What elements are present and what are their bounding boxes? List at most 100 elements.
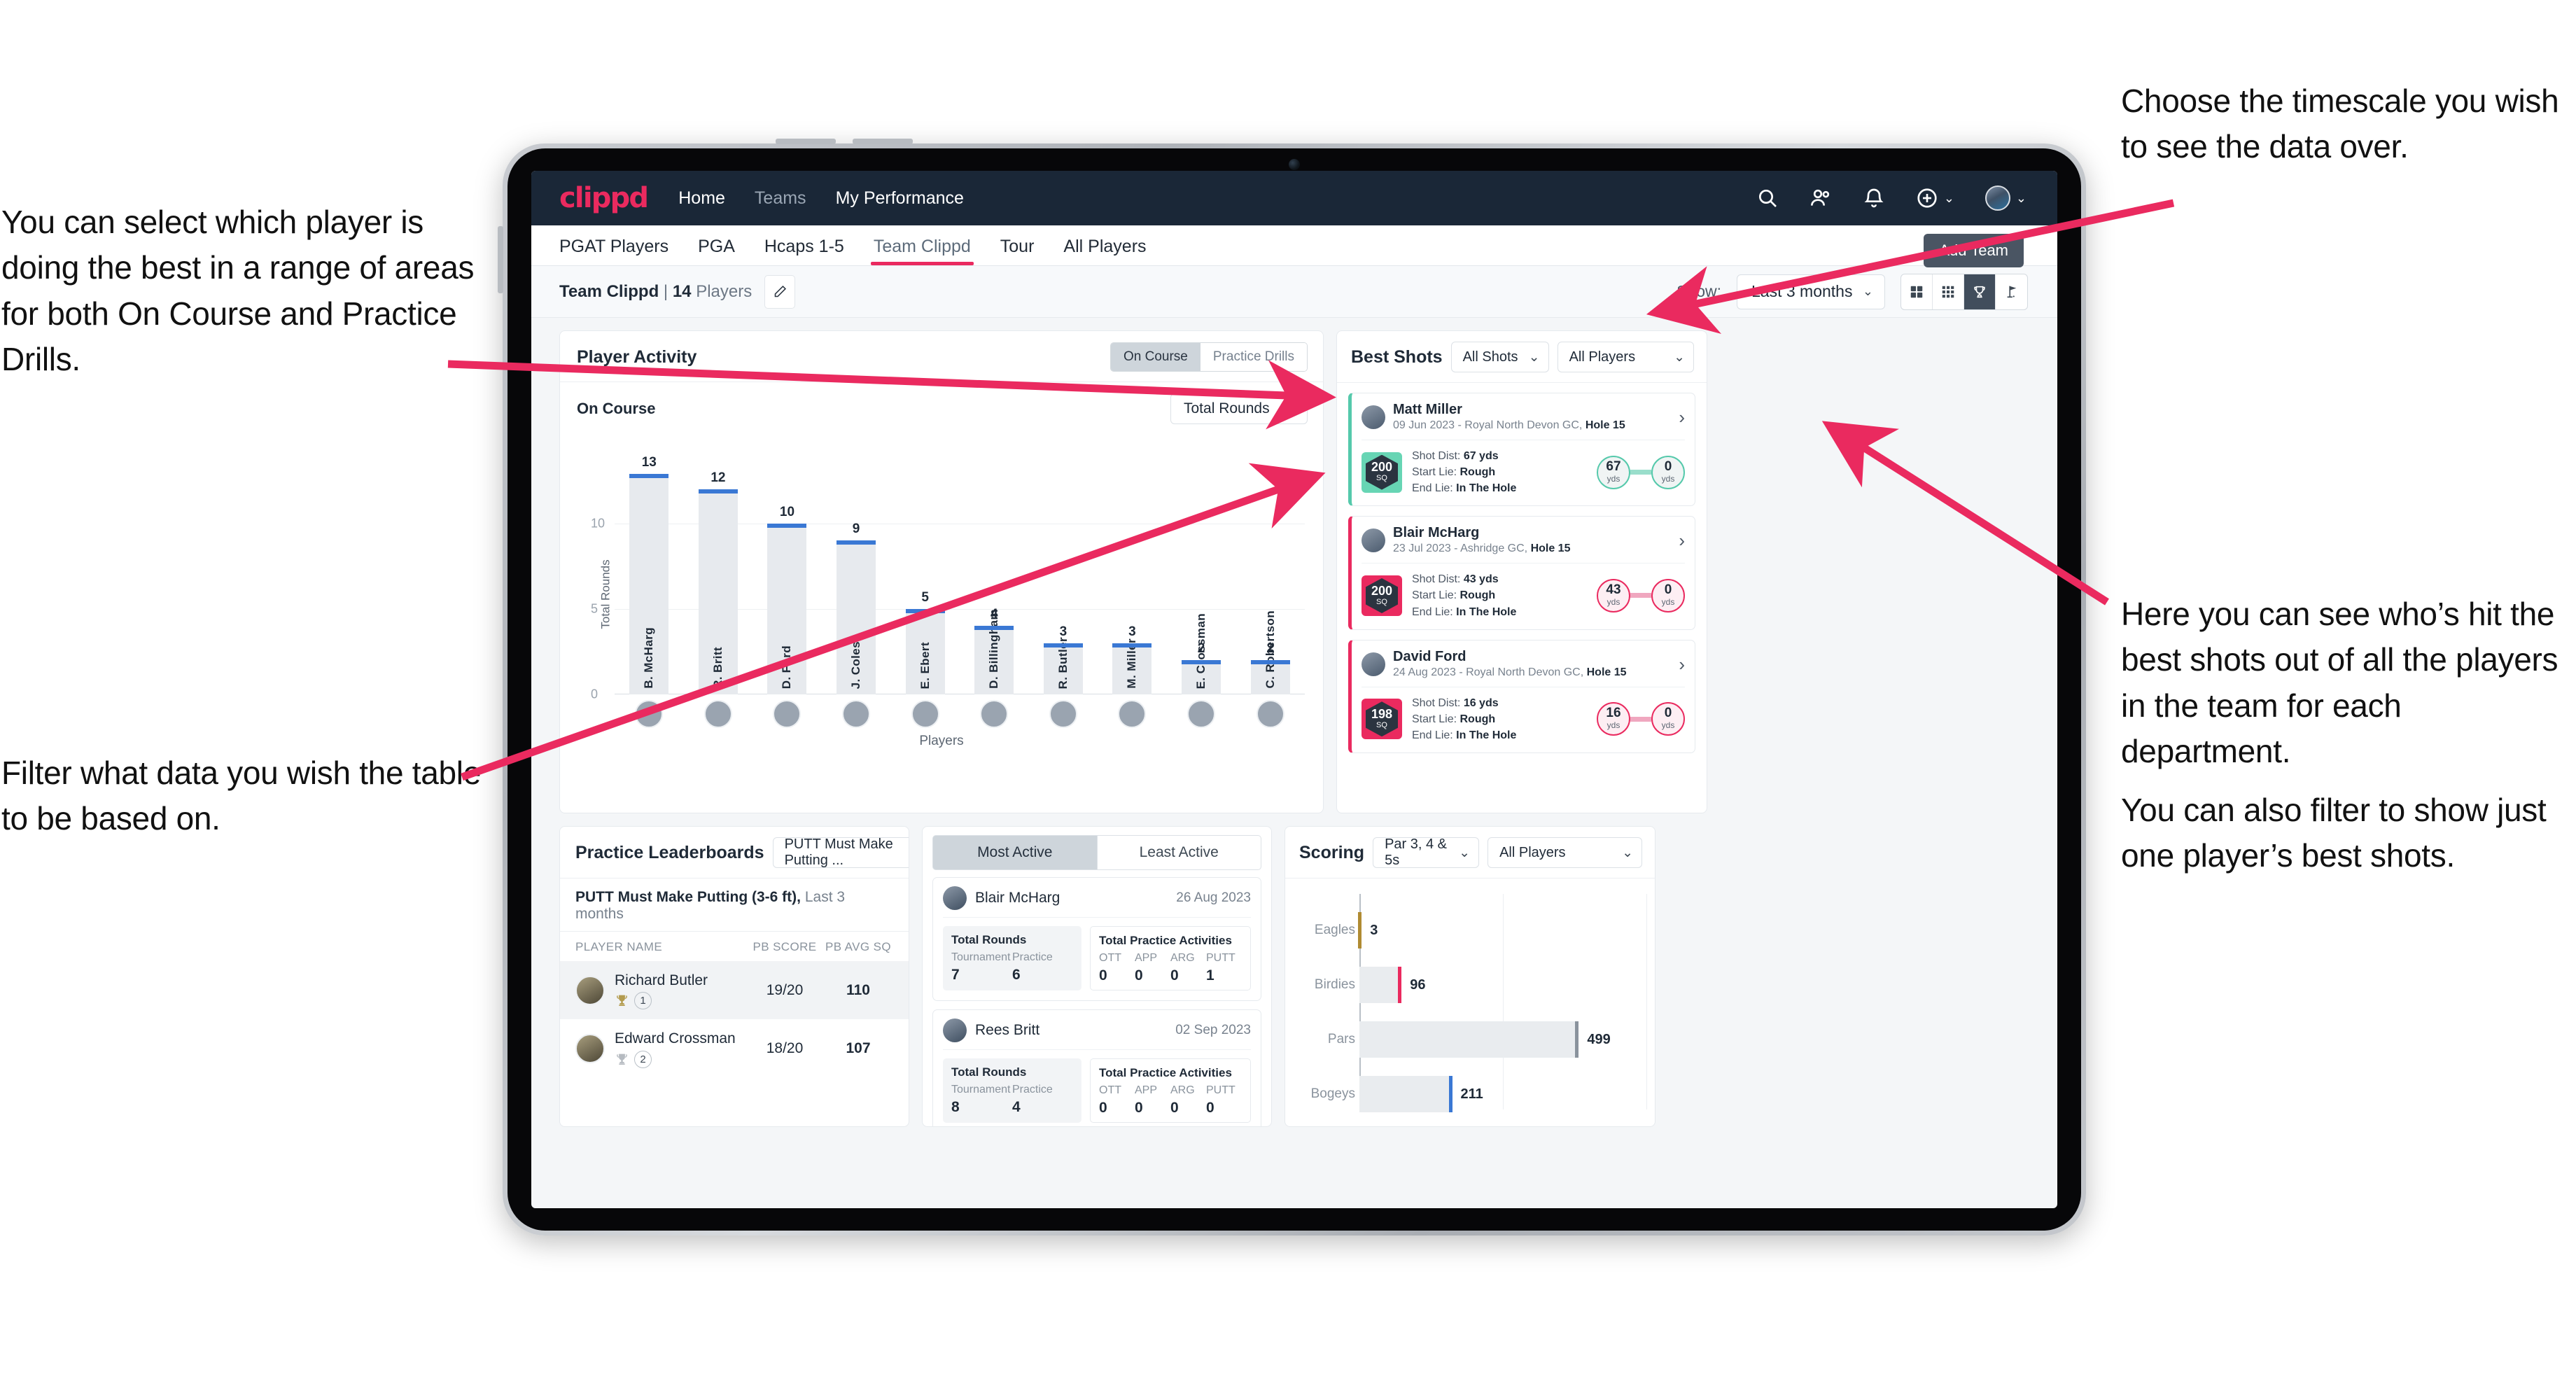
chart-bar-group[interactable]: 3 M. Miller: [1098, 455, 1167, 694]
chart-bar[interactable]: E. Crossman: [1182, 613, 1222, 694]
view-grid-large-button[interactable]: [1901, 274, 1933, 309]
total-practice-block: Total Practice Activities OTT 0 APP 0 ARG 0 PUT…: [1090, 1058, 1251, 1123]
avatar[interactable]: [1256, 700, 1284, 728]
leaderboard-row[interactable]: Edward Crossman 2 18/20 107: [560, 1019, 909, 1077]
chevron-right-icon[interactable]: ›: [1679, 655, 1685, 673]
plus-circle-menu[interactable]: ⌄: [1916, 187, 1954, 209]
scoring-bar-row[interactable]: Eagles 3: [1315, 912, 1641, 948]
avatar[interactable]: [575, 975, 605, 1005]
leaderboard-badges: 1: [615, 992, 708, 1010]
power-button[interactable]: [498, 226, 503, 293]
chart-bar-value: 3: [1128, 624, 1136, 639]
scoring-par-filter[interactable]: Par 3, 4 & 5s ⌄: [1373, 836, 1480, 868]
chart-bar[interactable]: J. Coles: [836, 540, 876, 694]
chart-bar[interactable]: M. Miller: [1112, 638, 1152, 694]
avatar[interactable]: [1362, 652, 1385, 676]
bell-icon[interactable]: [1863, 187, 1885, 209]
practice-key: ARG: [1170, 952, 1195, 964]
avatar[interactable]: [1118, 700, 1147, 728]
avatar[interactable]: [842, 700, 871, 728]
pencil-icon: [774, 285, 786, 298]
metric-select[interactable]: Total Rounds ⌄: [1170, 393, 1308, 424]
avatar[interactable]: [943, 1018, 967, 1042]
tab-least-active[interactable]: Least Active: [1097, 835, 1261, 870]
avatar[interactable]: [635, 700, 664, 728]
practice-key: APP: [1135, 952, 1158, 964]
avatar[interactable]: [773, 700, 802, 728]
timescale-select[interactable]: Last 3 months ⌄: [1737, 274, 1885, 309]
chevron-right-icon[interactable]: ›: [1679, 408, 1685, 426]
chart-bar-group[interactable]: 5 E. Ebert: [890, 455, 960, 694]
chevron-right-icon[interactable]: ›: [1679, 531, 1685, 550]
primary-nav: Home Teams My Performance: [678, 188, 964, 209]
segment-on-course[interactable]: On Course: [1111, 343, 1200, 371]
chart-bar-group[interactable]: 12 R. Britt: [684, 455, 753, 694]
chart-bar-group[interactable]: 3 R. Butler: [1029, 455, 1098, 694]
practice-value: 1: [1206, 967, 1214, 983]
segment-practice-drills[interactable]: Practice Drills: [1200, 343, 1307, 371]
best-shot-card[interactable]: Matt Miller 09 Jun 2023 - Royal North Dev…: [1348, 393, 1695, 507]
chart-bar-group[interactable]: 4 D. Billingham: [960, 455, 1029, 694]
chart-bar-group[interactable]: 2 C. Robertson: [1236, 455, 1305, 694]
tab-most-active[interactable]: Most Active: [932, 835, 1098, 870]
view-flag-button[interactable]: [1996, 274, 2027, 309]
best-shot-card[interactable]: Blair McHarg 23 Jul 2023 - Ashridge GC, H…: [1348, 516, 1695, 630]
avatar[interactable]: [1049, 700, 1077, 728]
avatar[interactable]: [911, 700, 939, 728]
chart-bar[interactable]: D. Ford: [767, 523, 807, 694]
drill-select[interactable]: PUTT Must Make Putting ... ⌄: [772, 836, 909, 868]
activity-card-header: Blair McHarg 26 Aug 2023: [943, 886, 1251, 918]
best-shots-shot-filter[interactable]: All Shots ⌄: [1450, 342, 1549, 372]
best-shots-player-filter[interactable]: All Players ⌄: [1557, 342, 1694, 372]
view-trophy-button[interactable]: [1964, 274, 1996, 309]
end-lie-value: In The Hole: [1456, 482, 1517, 495]
nav-link-home[interactable]: Home: [678, 188, 725, 209]
avatar[interactable]: [1187, 700, 1216, 728]
chart-bar-group[interactable]: 9 J. Coles: [822, 455, 891, 694]
tab-pgat-players[interactable]: PGAT Players: [559, 237, 668, 265]
chart-bar[interactable]: R. Britt: [698, 489, 738, 694]
best-shot-date-course: 24 Aug 2023 - Royal North Devon GC,: [1393, 666, 1584, 678]
nav-link-teams[interactable]: Teams: [755, 188, 806, 209]
scoring-bar-row[interactable]: Bogeys 211: [1311, 1076, 1641, 1112]
tab-all-players[interactable]: All Players: [1063, 237, 1146, 265]
activity-player-card[interactable]: Blair McHarg 26 Aug 2023 Total Rounds Tourn…: [932, 877, 1261, 1001]
avatar[interactable]: [1362, 405, 1385, 429]
scoring-bar-row[interactable]: Birdies 96: [1315, 967, 1641, 1003]
chart-bar[interactable]: B. McHarg: [629, 474, 669, 694]
activity-player-card[interactable]: Rees Britt 02 Sep 2023 Total Rounds Tournam…: [932, 1009, 1261, 1126]
account-menu[interactable]: ⌄: [1984, 186, 2026, 211]
best-shot-card[interactable]: David Ford 24 Aug 2023 - Royal North Devo…: [1348, 639, 1695, 754]
avatar[interactable]: [704, 700, 732, 728]
tab-tour[interactable]: Tour: [1000, 237, 1035, 265]
scoring-bar-row[interactable]: Pars 499: [1328, 1021, 1641, 1058]
nav-link-my-performance[interactable]: My Performance: [836, 188, 964, 209]
scoring-player-filter[interactable]: All Players ⌄: [1488, 837, 1642, 868]
volume-up-button[interactable]: [776, 139, 836, 144]
avatar[interactable]: [980, 700, 1009, 728]
chart-bar[interactable]: E. Ebert: [905, 608, 945, 694]
chart-bar-group[interactable]: 10 D. Ford: [752, 455, 822, 694]
tab-team-clippd[interactable]: Team Clippd: [870, 237, 974, 265]
chart-bar-group[interactable]: 2 E. Crossman: [1167, 455, 1236, 694]
view-grid-small-button[interactable]: [1933, 274, 1964, 309]
volume-down-button[interactable]: [853, 139, 913, 144]
edit-team-button[interactable]: [764, 274, 796, 309]
people-icon[interactable]: [1809, 187, 1832, 209]
plus-circle-icon[interactable]: [1916, 187, 1938, 209]
chart-bar-group[interactable]: 13 B. McHarg: [615, 455, 684, 694]
leaderboard-row[interactable]: Richard Butler 1 19/20 110: [560, 961, 909, 1020]
avatar[interactable]: [575, 1033, 605, 1063]
search-icon[interactable]: [1756, 187, 1779, 209]
start-lie-label: Start Lie:: [1412, 589, 1457, 602]
clippd-logo[interactable]: clippd: [559, 182, 649, 214]
tab-pga[interactable]: PGA: [698, 237, 735, 265]
avatar[interactable]: [943, 886, 967, 910]
tab-hcaps-1-5[interactable]: Hcaps 1-5: [764, 237, 844, 265]
chart-bar[interactable]: R. Butler: [1043, 637, 1083, 694]
avatar[interactable]: [1362, 528, 1385, 553]
chart-bar[interactable]: D. Billingham: [974, 609, 1014, 694]
avatar[interactable]: [1984, 186, 2010, 211]
scoring-bar-value: 211: [1460, 1086, 1483, 1102]
chart-bar[interactable]: C. Robertson: [1250, 610, 1290, 694]
